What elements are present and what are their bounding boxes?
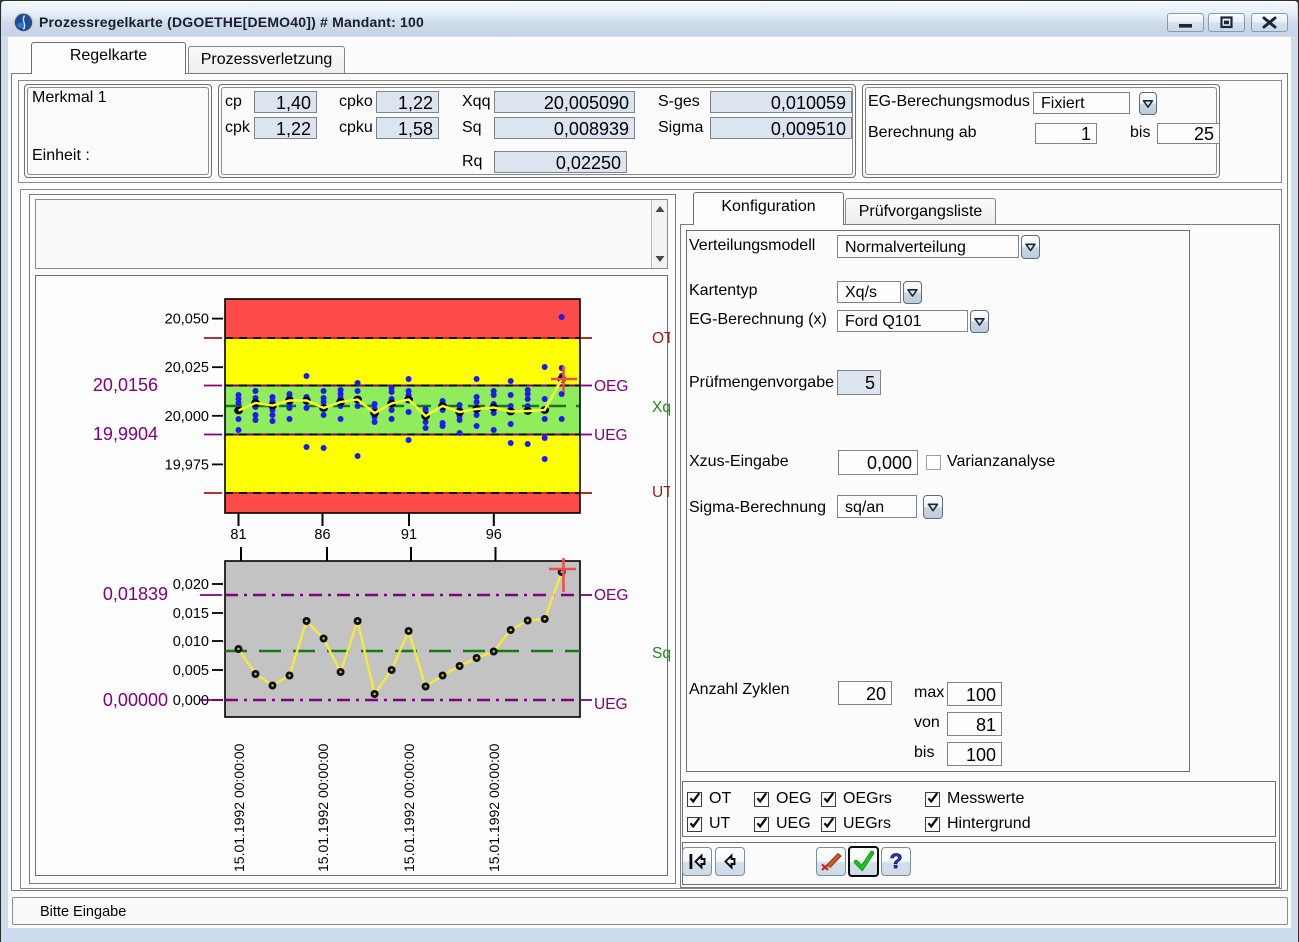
svg-text:15.01.1992 00:00:00: 15.01.1992 00:00:00 <box>486 743 502 872</box>
svg-text:0,015: 0,015 <box>173 606 209 622</box>
svg-text:19,975: 19,975 <box>165 457 209 473</box>
svg-text:UEG: UEG <box>594 427 628 444</box>
svg-text:Sq: Sq <box>652 645 670 662</box>
svg-text:UT: UT <box>652 484 670 501</box>
svg-text:0,020: 0,020 <box>173 577 209 593</box>
svg-text:15.01.1992 00:00:00: 15.01.1992 00:00:00 <box>401 743 417 872</box>
svg-text:91: 91 <box>401 527 417 543</box>
svg-text:81: 81 <box>230 527 246 543</box>
svg-text:OT: OT <box>652 330 670 347</box>
svg-text:20,050: 20,050 <box>165 312 209 328</box>
svg-text:0,01839: 0,01839 <box>103 584 168 604</box>
svg-text:20,0156: 20,0156 <box>93 375 158 395</box>
svg-text:20,000: 20,000 <box>165 409 209 425</box>
svg-text:96: 96 <box>486 527 502 543</box>
svg-text:0,00000: 0,00000 <box>103 690 168 710</box>
svg-text:Xq: Xq <box>652 399 670 416</box>
svg-text:20,025: 20,025 <box>165 360 209 376</box>
svg-text:0,010: 0,010 <box>173 634 209 650</box>
svg-text:UEG: UEG <box>594 696 628 713</box>
svg-text:?: ? <box>890 850 903 873</box>
svg-text:OEG: OEG <box>594 378 628 395</box>
svg-text:0,000: 0,000 <box>173 693 209 709</box>
svg-text:86: 86 <box>314 527 330 543</box>
svg-text:15.01.1992 00:00:00: 15.01.1992 00:00:00 <box>231 743 247 872</box>
svg-text:0,005: 0,005 <box>173 663 209 679</box>
svg-text:OEG: OEG <box>594 587 628 604</box>
svg-text:19,9904: 19,9904 <box>93 424 158 444</box>
svg-text:15.01.1992 00:00:00: 15.01.1992 00:00:00 <box>315 743 331 872</box>
